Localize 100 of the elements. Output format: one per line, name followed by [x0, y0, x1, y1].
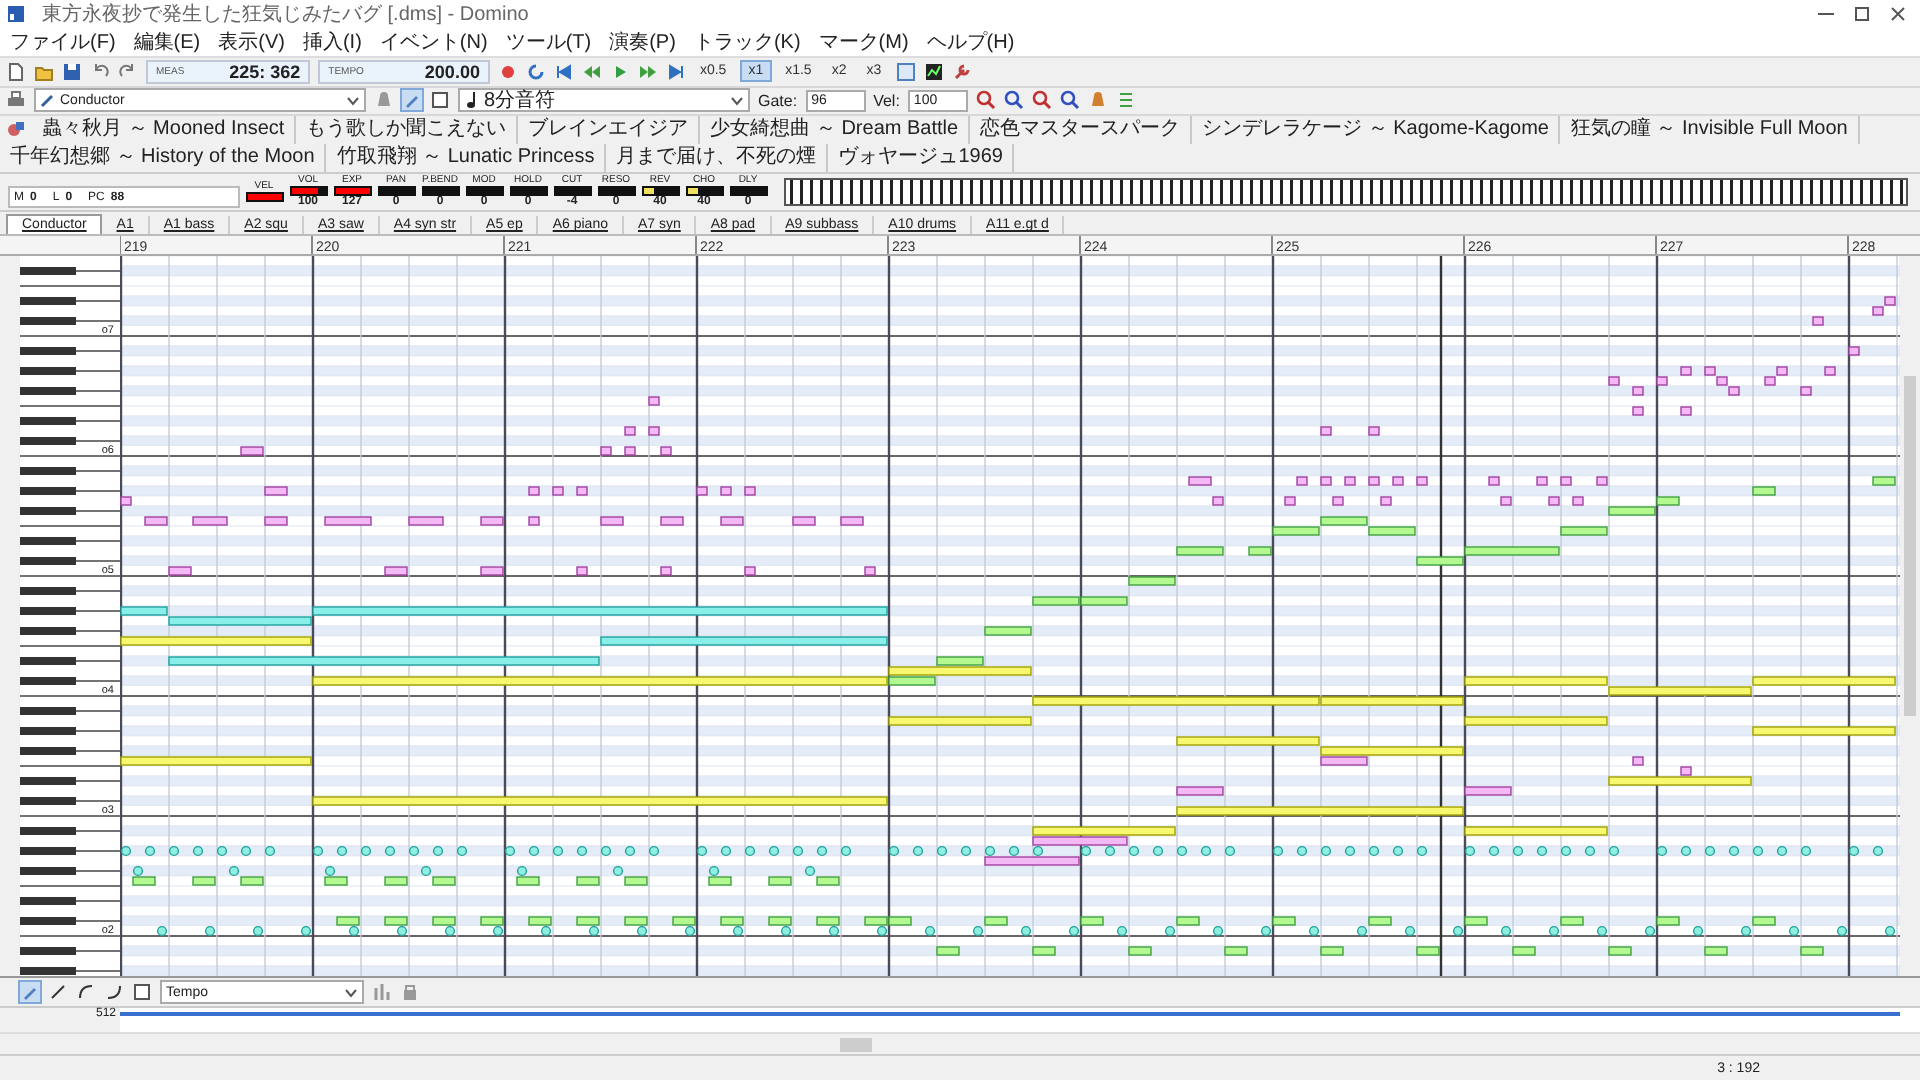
song-tab[interactable]: 少女綺想曲 ～ Dream Battle — [700, 116, 971, 145]
song-list-icon[interactable] — [6, 120, 26, 141]
note — [1800, 947, 1824, 957]
menu-item[interactable]: イベント(N) — [379, 28, 488, 56]
pencil-icon[interactable] — [402, 90, 422, 111]
menu-item[interactable]: ツール(T) — [505, 28, 592, 56]
list-icon[interactable] — [1115, 90, 1136, 111]
menu-item[interactable]: 挿入(I) — [302, 28, 362, 56]
note — [816, 877, 840, 887]
song-tab[interactable]: 竹取飛翔 ～ Lunatic Princess — [326, 144, 607, 173]
skip-end-icon[interactable] — [665, 61, 686, 82]
select-rect-icon[interactable] — [430, 90, 450, 111]
menu-item[interactable]: 編集(E) — [133, 28, 201, 56]
control-meter[interactable] — [553, 185, 591, 196]
note — [648, 397, 660, 407]
control-meter[interactable] — [377, 185, 415, 196]
drum-hit — [348, 926, 360, 937]
note — [240, 877, 264, 887]
song-tab[interactable]: もう歌しか聞こえない — [296, 116, 519, 145]
note — [744, 567, 756, 577]
note — [1704, 947, 1728, 957]
note — [1080, 917, 1104, 927]
note — [408, 517, 444, 527]
drum-hit — [1644, 926, 1656, 937]
record-icon[interactable] — [497, 61, 518, 82]
pencil-icon[interactable] — [20, 982, 40, 1003]
control-meter[interactable] — [289, 185, 327, 196]
gate-label: Gate: — [758, 91, 798, 110]
wrench-icon[interactable] — [951, 61, 972, 82]
song-tab[interactable]: 月まで届け、不死の煙 — [606, 144, 829, 173]
menu-item[interactable]: ファイル(F) — [10, 28, 116, 56]
skip-start-icon[interactable] — [553, 61, 574, 82]
zoom-out-icon[interactable] — [1003, 90, 1024, 111]
control-meter[interactable] — [685, 185, 723, 196]
maximize-icon[interactable] — [1852, 4, 1872, 24]
note — [1320, 427, 1332, 437]
control-meter[interactable] — [509, 185, 547, 196]
new-file-icon[interactable] — [6, 61, 26, 82]
menu-item[interactable]: 表示(V) — [218, 28, 285, 56]
note — [1656, 917, 1680, 927]
drum-hit — [396, 926, 408, 937]
song-tab[interactable]: 千年幻想郷 ～ History of the Moon — [0, 144, 327, 173]
menu-item[interactable]: ヘルプ(H) — [926, 28, 1015, 56]
menu-item[interactable]: マーク(M) — [818, 28, 909, 56]
line-icon[interactable] — [48, 982, 68, 1003]
drum-hit — [1068, 926, 1080, 937]
note — [192, 517, 228, 527]
song-tab[interactable]: ヴォヤージュ1969 — [828, 144, 1015, 173]
song-tab[interactable]: ブレインエイジア — [518, 116, 701, 145]
curve-icon[interactable] — [76, 982, 96, 1003]
zoom-out-icon[interactable] — [1059, 90, 1080, 111]
song-tab[interactable]: 狂気の瞳 ～ Invisible Full Moon — [1560, 116, 1860, 145]
song-tab[interactable]: 恋色マスタースパーク — [970, 116, 1193, 145]
note — [432, 877, 456, 887]
note — [576, 877, 600, 887]
loop-icon[interactable] — [525, 61, 546, 82]
drum-hit — [588, 926, 600, 937]
note — [1224, 947, 1248, 957]
note — [1464, 787, 1512, 797]
printer-icon[interactable] — [6, 90, 26, 111]
menu-item[interactable]: トラック(K) — [693, 28, 801, 56]
select-rect-icon[interactable] — [132, 982, 152, 1003]
song-tab[interactable]: 蟲々秋月 ～ Mooned Insect — [32, 116, 297, 145]
note — [384, 917, 408, 927]
control-meter[interactable] — [641, 185, 679, 196]
note — [816, 917, 840, 927]
chart-icon[interactable] — [923, 61, 944, 82]
drum-hit — [492, 926, 504, 937]
note — [336, 917, 360, 927]
control-meter[interactable] — [465, 185, 503, 196]
piano-keyboard-drawing[interactable] — [19, 256, 120, 977]
folder-icon[interactable] — [34, 61, 54, 82]
drum-hit — [780, 926, 792, 937]
playhead-line[interactable] — [1439, 256, 1443, 977]
redo-icon[interactable] — [118, 61, 138, 82]
menu-item[interactable]: 演奏(P) — [609, 28, 676, 56]
note — [168, 567, 192, 577]
note — [1368, 917, 1392, 927]
song-tab[interactable]: シンデレラケージ ～ Kagome-Kagome — [1192, 116, 1561, 145]
curve-icon[interactable] — [104, 982, 124, 1003]
close-icon[interactable] — [1888, 4, 1908, 24]
note — [624, 917, 648, 927]
note — [528, 517, 540, 527]
save-icon[interactable] — [62, 61, 82, 82]
mini-keyboard-drawing[interactable] — [784, 177, 1908, 206]
bell-icon[interactable] — [1087, 90, 1108, 111]
undo-icon[interactable] — [90, 61, 110, 82]
zoom-in-icon[interactable] — [1031, 90, 1052, 111]
drum-hit — [732, 926, 744, 937]
note — [1680, 407, 1692, 417]
note — [384, 567, 408, 577]
window-icon[interactable] — [895, 61, 916, 82]
control-meter[interactable] — [597, 185, 635, 196]
horizontal-scrollbar[interactable] — [0, 1031, 1920, 1055]
zoom-in-icon[interactable] — [975, 90, 996, 111]
note — [600, 517, 624, 527]
drum-hit — [1788, 926, 1800, 937]
note-length-dropdown[interactable]: 8分音符 — [458, 88, 750, 113]
control-meter[interactable] — [729, 185, 767, 196]
control-meter[interactable] — [421, 185, 459, 196]
